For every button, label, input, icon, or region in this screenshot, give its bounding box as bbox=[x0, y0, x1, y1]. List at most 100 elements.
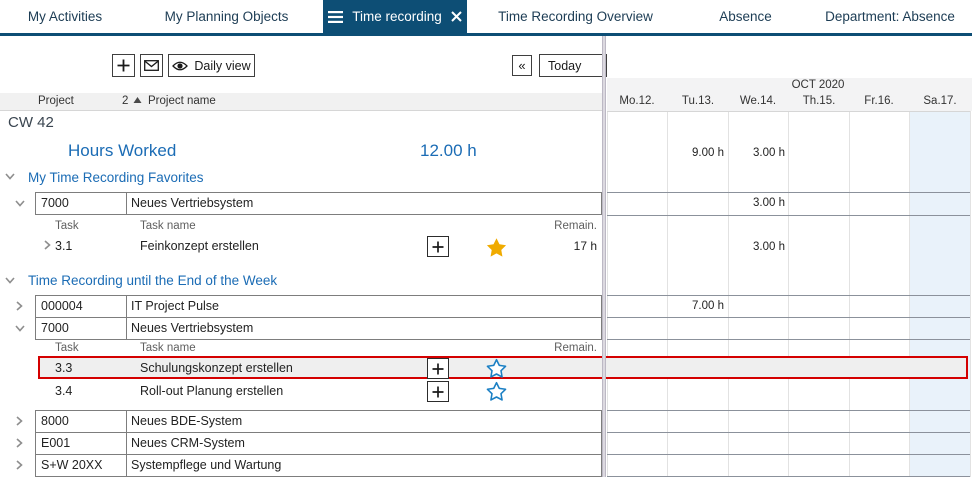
chevron-down-icon[interactable] bbox=[5, 277, 15, 284]
project-hours-we: 3.00 h bbox=[727, 197, 785, 209]
tab-label: My Planning Objects bbox=[165, 9, 289, 24]
eye-icon bbox=[172, 60, 188, 72]
tab-time-recording[interactable]: Time recording bbox=[323, 0, 467, 33]
tab-time-recording-overview[interactable]: Time Recording Overview bbox=[468, 0, 683, 33]
project-row-000004[interactable]: 000004 IT Project Pulse bbox=[35, 295, 602, 318]
grid-row-line bbox=[607, 295, 970, 296]
project-id: E001 bbox=[41, 436, 70, 450]
chevron-right-icon[interactable] bbox=[16, 438, 23, 448]
month-label: OCT 2020 bbox=[758, 79, 878, 91]
grid-vline bbox=[667, 111, 668, 477]
task-name-column-header: Task name bbox=[140, 220, 196, 232]
sort-indicator[interactable]: 2 bbox=[122, 95, 142, 107]
plus-icon bbox=[432, 386, 444, 398]
grid-vline bbox=[970, 111, 971, 477]
tab-my-planning-objects[interactable]: My Planning Objects bbox=[130, 0, 323, 33]
add-time-entry-button[interactable] bbox=[427, 236, 449, 257]
tab-label: Time Recording Overview bbox=[498, 9, 653, 24]
task-id: 3.4 bbox=[55, 384, 72, 398]
task-remaining-hours: 17 h bbox=[540, 239, 597, 253]
day-header-tu: Tu.13. bbox=[668, 95, 728, 107]
chevron-down-icon[interactable] bbox=[5, 173, 15, 180]
task-id: 3.1 bbox=[55, 239, 72, 253]
chevron-right-icon[interactable] bbox=[16, 460, 23, 470]
back-button[interactable]: « bbox=[512, 55, 532, 76]
day-header-sa: Sa.17. bbox=[910, 95, 970, 107]
column-separator bbox=[126, 193, 127, 214]
chevron-right-icon[interactable] bbox=[44, 240, 51, 250]
chevron-right-icon[interactable] bbox=[16, 416, 23, 426]
header-divider bbox=[0, 110, 602, 111]
project-row-e001[interactable]: E001 Neues CRM-System bbox=[35, 432, 602, 455]
tab-absence[interactable]: Absence bbox=[683, 0, 808, 33]
remain-column-header: Remain. bbox=[520, 342, 597, 354]
favorite-star-outline-icon[interactable] bbox=[486, 358, 507, 378]
day-header-th: Th.15. bbox=[789, 95, 849, 107]
tab-department-absence[interactable]: Department: Absence bbox=[808, 0, 972, 33]
task-name[interactable]: Roll-out Planung erstellen bbox=[140, 384, 283, 398]
day-header-fr: Fr.16. bbox=[849, 95, 909, 107]
day-header-mo: Mo.12. bbox=[607, 95, 667, 107]
grid-vline bbox=[909, 111, 910, 477]
chevron-down-icon[interactable] bbox=[15, 200, 25, 207]
project-name-column-header[interactable]: Project name bbox=[148, 95, 216, 107]
chevron-right-icon[interactable] bbox=[16, 301, 23, 311]
project-column-header[interactable]: Project bbox=[38, 95, 74, 107]
grid-vline bbox=[849, 111, 850, 477]
today-button[interactable]: Today bbox=[539, 54, 607, 77]
project-row-7000[interactable]: 7000 Neues Vertriebsystem bbox=[35, 317, 602, 340]
close-icon[interactable] bbox=[451, 11, 462, 22]
project-name: Systempflege und Wartung bbox=[131, 458, 281, 472]
tab-my-activities[interactable]: My Activities bbox=[0, 0, 130, 33]
task-column-header: Task bbox=[55, 220, 79, 232]
calendar-header: OCT 2020 Mo.12. Tu.13. We.14. Th.15. Fr.… bbox=[607, 78, 972, 111]
grid-vline bbox=[728, 111, 729, 477]
task-name[interactable]: Feinkonzept erstellen bbox=[140, 239, 259, 253]
eow-section-title: Time Recording until the End of the Week bbox=[28, 273, 277, 288]
hours-worked-tu: 9.00 h bbox=[667, 147, 724, 159]
tab-label: My Activities bbox=[28, 9, 102, 24]
tab-strip-underline bbox=[0, 33, 972, 36]
task-name[interactable]: Schulungskonzept erstellen bbox=[140, 361, 293, 375]
time-recording-app: My Activities My Planning Objects Time r… bbox=[0, 0, 972, 477]
sort-ascending-icon bbox=[133, 96, 142, 104]
plus-icon bbox=[117, 59, 130, 72]
table-header: Project 2 Project name bbox=[0, 93, 602, 110]
menu-icon[interactable] bbox=[328, 11, 343, 23]
project-row-favorite-7000[interactable]: 7000 Neues Vertriebsystem bbox=[35, 192, 602, 215]
task-column-header: Task bbox=[55, 342, 79, 354]
project-name: Neues Vertriebsystem bbox=[131, 321, 253, 335]
project-name: Neues BDE-System bbox=[131, 414, 242, 428]
grid-row-line bbox=[607, 317, 970, 318]
task-hours-we: 3.00 h bbox=[727, 241, 785, 253]
tab-label: Time recording bbox=[352, 9, 442, 24]
sort-position-badge: 2 bbox=[122, 95, 128, 107]
mail-button[interactable] bbox=[140, 54, 163, 77]
header-divider bbox=[607, 111, 970, 112]
project-row-sw20xx[interactable]: S+W 20XX Systempflege und Wartung bbox=[35, 454, 602, 477]
add-button[interactable] bbox=[112, 54, 135, 77]
grid-row-line bbox=[607, 432, 970, 433]
tab-label: Absence bbox=[719, 9, 772, 24]
column-separator bbox=[126, 433, 127, 454]
daily-view-button[interactable]: Daily view bbox=[168, 54, 255, 77]
column-separator bbox=[126, 318, 127, 339]
tab-label: Department: Absence bbox=[825, 9, 955, 24]
favorite-star-outline-icon[interactable] bbox=[486, 381, 507, 401]
hours-worked-label: Hours Worked bbox=[68, 141, 176, 161]
project-id: 000004 bbox=[41, 299, 83, 313]
project-hours-tu: 7.00 h bbox=[667, 300, 724, 312]
today-label: Today bbox=[548, 59, 581, 73]
calendar-week-label: CW 42 bbox=[8, 114, 54, 131]
grid-vline bbox=[607, 111, 608, 477]
chevron-down-icon[interactable] bbox=[15, 325, 25, 332]
add-time-entry-button[interactable] bbox=[427, 381, 449, 402]
grid-vline bbox=[788, 111, 789, 477]
project-row-8000[interactable]: 8000 Neues BDE-System bbox=[35, 410, 602, 433]
grid-row-line bbox=[607, 410, 970, 411]
project-name: Neues Vertriebsystem bbox=[131, 196, 253, 210]
daily-view-label: Daily view bbox=[194, 59, 250, 73]
pane-splitter[interactable] bbox=[602, 36, 606, 477]
favorite-star-icon[interactable] bbox=[486, 237, 507, 257]
add-time-entry-button[interactable] bbox=[427, 358, 449, 379]
